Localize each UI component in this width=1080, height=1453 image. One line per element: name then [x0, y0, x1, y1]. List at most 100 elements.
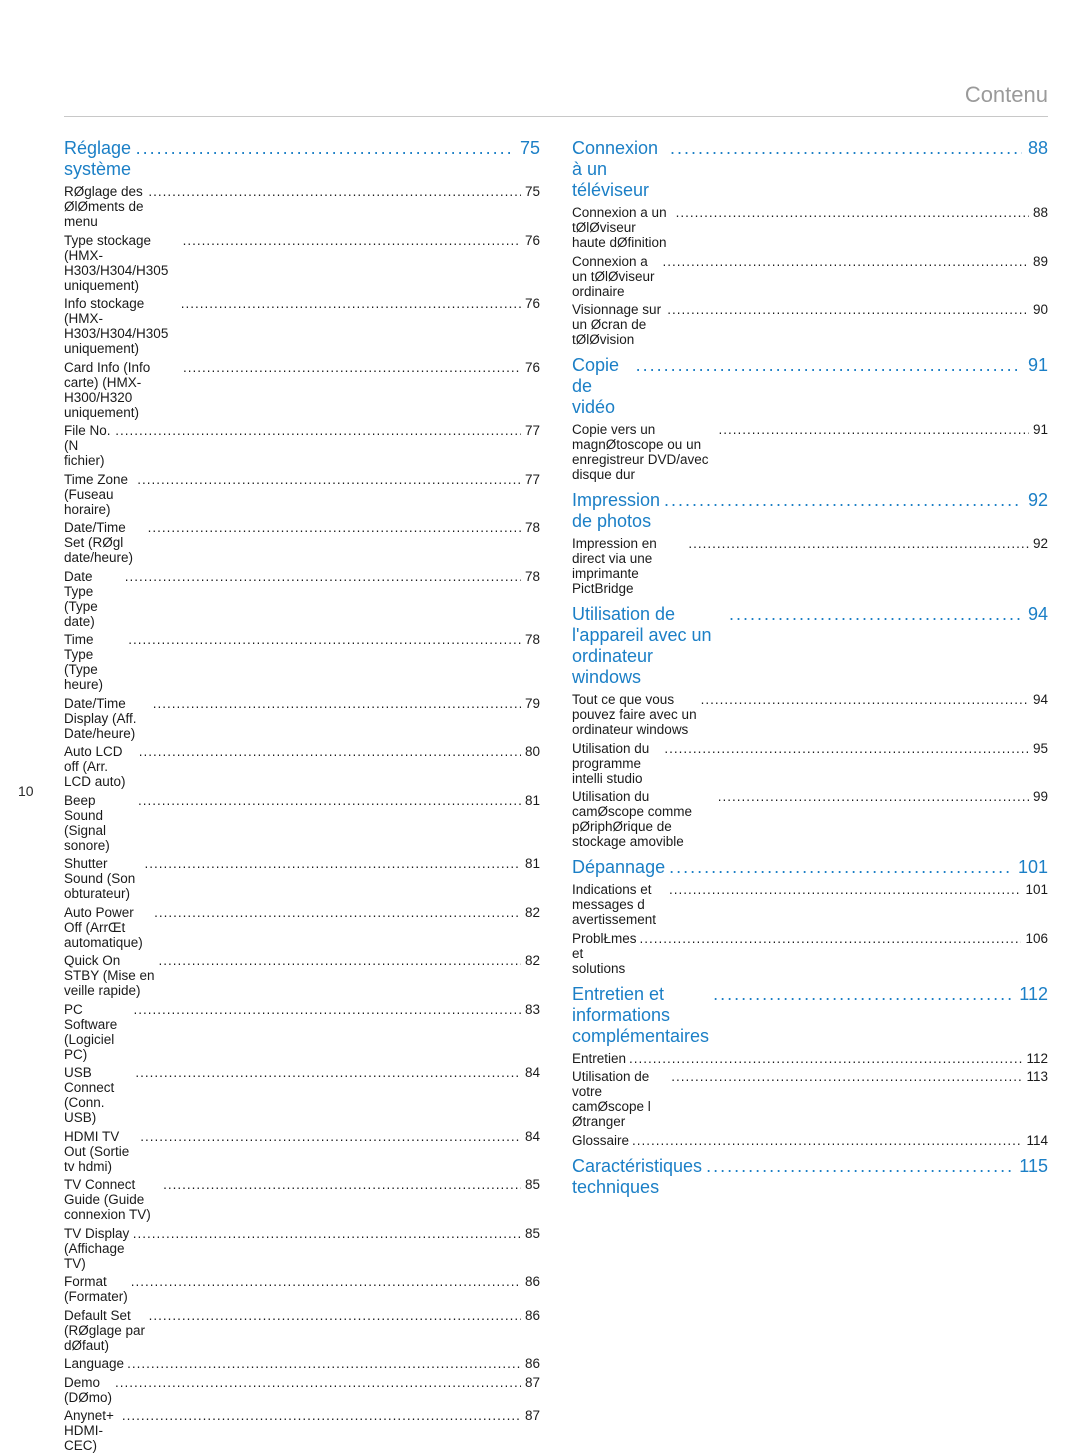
toc-entry-text: Utilisation du programme intelli studio	[572, 741, 661, 786]
toc-entry-text: Connexion a un tØlØviseur haute dØfiniti…	[572, 205, 673, 250]
toc-column-left: Réglage système.........................…	[64, 130, 540, 807]
toc-section-page: 88	[1022, 138, 1048, 159]
toc-entry[interactable]: USB Connect (Conn. USB).................…	[64, 1065, 540, 1125]
dot-leader: ........................................…	[661, 741, 1029, 756]
toc-section-page: 101	[1012, 857, 1048, 878]
toc-entry[interactable]: Utilisation du camØscope comme pØriphØri…	[572, 789, 1048, 849]
dot-leader: ........................................…	[180, 360, 521, 375]
dot-leader: ........................................…	[715, 422, 1029, 437]
toc-section-heading[interactable]: Caractéristiques techniques.............…	[572, 1156, 1048, 1198]
page-title: Contenu	[64, 82, 1048, 117]
toc-entry[interactable]: TV Display (Affichage TV)...............…	[64, 1226, 540, 1271]
toc-section-heading[interactable]: Dépannage...............................…	[572, 857, 1048, 878]
toc-entry-page: 88	[1029, 205, 1048, 220]
toc-section-title-text: Copie de vidéo	[572, 355, 632, 418]
dot-leader: ........................................…	[666, 882, 1022, 897]
toc-entry[interactable]: Tout ce que vous pouvez faire avec un or…	[572, 692, 1048, 737]
toc-entry[interactable]: Connexion a un tØlØviseur ordinaire.....…	[572, 254, 1048, 299]
dot-leader: ........................................…	[178, 296, 521, 311]
toc-entry[interactable]: Date/Time Set (RØgl date/heure).........…	[64, 520, 540, 565]
toc-entry-text: Utilisation de votre camØscope l Øtrange…	[572, 1069, 668, 1129]
header-text: Contenu	[965, 82, 1048, 107]
dot-leader: ........................................…	[155, 953, 521, 968]
toc-entry[interactable]: RØglage des ØlØments de menu............…	[64, 184, 540, 229]
toc-entry-page: 112	[1022, 1051, 1048, 1066]
toc-entry[interactable]: Utilisation du programme intelli studio.…	[572, 741, 1048, 786]
toc-entry[interactable]: Time Type (Type heure)..................…	[64, 632, 540, 692]
toc-entry[interactable]: Info stockage (HMX-H303/H304/H305 unique…	[64, 296, 540, 356]
dot-leader: ........................................…	[664, 302, 1029, 317]
toc-entry[interactable]: Indications et messages d avertissement.…	[572, 882, 1048, 927]
dot-leader: ........................................…	[702, 1156, 1013, 1177]
toc-entry[interactable]: Time Zone (Fuseau horaire)..............…	[64, 472, 540, 517]
toc-entry-page: 77	[521, 472, 540, 487]
toc-section-heading[interactable]: Copie de vidéo..........................…	[572, 355, 1048, 418]
toc-columns: Réglage système.........................…	[64, 130, 1048, 807]
toc-entry[interactable]: Default Set (RØglage par dØfaut)........…	[64, 1308, 540, 1353]
toc-entry[interactable]: Shutter Sound (Son obturateur)..........…	[64, 856, 540, 901]
toc-column-right: Connexion à un téléviseur...............…	[572, 130, 1048, 807]
toc-entry[interactable]: Visionnage sur un Øcran de tØlØvision...…	[572, 302, 1048, 347]
toc-entry[interactable]: Auto LCD off (Arr. LCD auto)............…	[64, 744, 540, 789]
toc-entry-text: Type stockage (HMX-H303/H304/H305 unique…	[64, 233, 180, 293]
toc-entry-text: Copie vers un magnØtoscope ou un enregis…	[572, 422, 715, 482]
toc-entry-text: Glossaire	[572, 1133, 629, 1148]
toc-entry[interactable]: Anynet+ HDMI-CEC).......................…	[64, 1408, 540, 1453]
dot-leader: ........................................…	[637, 931, 1022, 946]
toc-entry[interactable]: File No. (N fichier)....................…	[64, 423, 540, 468]
toc-entry[interactable]: HDMI TV Out (Sortie tv hdmi)............…	[64, 1129, 540, 1174]
toc-section-page: 112	[1013, 984, 1048, 1005]
toc-entry-text: Beep Sound (Signal sonore)	[64, 793, 135, 853]
toc-entry-text: Date/Time Display (Aff. Date/heure)	[64, 696, 150, 741]
dot-leader: ........................................…	[128, 1274, 521, 1289]
toc-entry[interactable]: Type stockage (HMX-H303/H304/H305 unique…	[64, 233, 540, 293]
toc-entry[interactable]: Glossaire...............................…	[572, 1133, 1048, 1148]
toc-section-heading[interactable]: Utilisation de l'appareil avec un ordina…	[572, 604, 1048, 688]
dot-leader: ........................................…	[659, 254, 1028, 269]
toc-entry[interactable]: TV Connect Guide (Guide connexion TV)...…	[64, 1177, 540, 1222]
toc-section-title-text: Réglage système	[64, 138, 132, 180]
toc-section-heading[interactable]: Entretien et informations complémentaire…	[572, 984, 1048, 1047]
toc-entry-page: 114	[1022, 1133, 1048, 1148]
toc-entry[interactable]: Utilisation de votre camØscope l Øtrange…	[572, 1069, 1048, 1129]
toc-section-page: 94	[1022, 604, 1048, 625]
toc-entry-text: Language	[64, 1356, 124, 1371]
toc-entry[interactable]: Language................................…	[64, 1356, 540, 1371]
dot-leader: ........................................…	[145, 184, 521, 199]
toc-section-heading[interactable]: Connexion à un téléviseur...............…	[572, 138, 1048, 201]
toc-entry[interactable]: Copie vers un magnØtoscope ou un enregis…	[572, 422, 1048, 482]
toc-entry[interactable]: PC Software (Logiciel PC)...............…	[64, 1002, 540, 1062]
toc-entry[interactable]: Quick On STBY (Mise en veille rapide)...…	[64, 953, 540, 998]
dot-leader: ........................................…	[130, 1002, 521, 1017]
toc-entry-text: Time Type (Type heure)	[64, 632, 125, 692]
toc-entry-text: Format (Formater)	[64, 1274, 128, 1304]
dot-leader: ........................................…	[132, 1065, 521, 1080]
dot-leader: ........................................…	[112, 1375, 521, 1390]
toc-entry-text: Default Set (RØglage par dØfaut)	[64, 1308, 146, 1353]
toc-entry[interactable]: Date Type (Type date)...................…	[64, 569, 540, 629]
dot-leader: ........................................…	[160, 1177, 521, 1192]
dot-leader: ........................................…	[134, 472, 521, 487]
toc-entry[interactable]: Entretien...............................…	[572, 1051, 1048, 1066]
toc-entry-page: 82	[521, 905, 540, 920]
toc-section-page: 75	[514, 138, 540, 159]
toc-entry[interactable]: Auto Power Off (ArrŒt automatique)......…	[64, 905, 540, 950]
toc-entry[interactable]: ProblŁmes et solutions..................…	[572, 931, 1048, 976]
toc-entry-page: 86	[521, 1356, 540, 1371]
toc-entry[interactable]: Format (Formater).......................…	[64, 1274, 540, 1304]
toc-entry-page: 86	[521, 1308, 540, 1323]
toc-entry-page: 106	[1021, 931, 1048, 946]
toc-section-heading[interactable]: Réglage système.........................…	[64, 138, 540, 180]
toc-entry-text: Utilisation du camØscope comme pØriphØri…	[572, 789, 715, 849]
toc-entry[interactable]: Impression en direct via une imprimante …	[572, 536, 1048, 596]
toc-section-heading[interactable]: Impression de photos....................…	[572, 490, 1048, 532]
toc-entry[interactable]: Beep Sound (Signal sonore)..............…	[64, 793, 540, 853]
toc-entry[interactable]: Demo (DØmo).............................…	[64, 1375, 540, 1405]
dot-leader: ........................................…	[112, 423, 521, 438]
toc-section-page: 115	[1013, 1156, 1048, 1177]
toc-entry[interactable]: Connexion a un tØlØviseur haute dØfiniti…	[572, 205, 1048, 250]
toc-entry[interactable]: Date/Time Display (Aff. Date/heure).....…	[64, 696, 540, 741]
toc-entry-text: Auto Power Off (ArrŒt automatique)	[64, 905, 151, 950]
toc-entry-text: Date/Time Set (RØgl date/heure)	[64, 520, 145, 565]
toc-entry[interactable]: Card Info (Info carte) (HMX-H300/H320 un…	[64, 360, 540, 420]
